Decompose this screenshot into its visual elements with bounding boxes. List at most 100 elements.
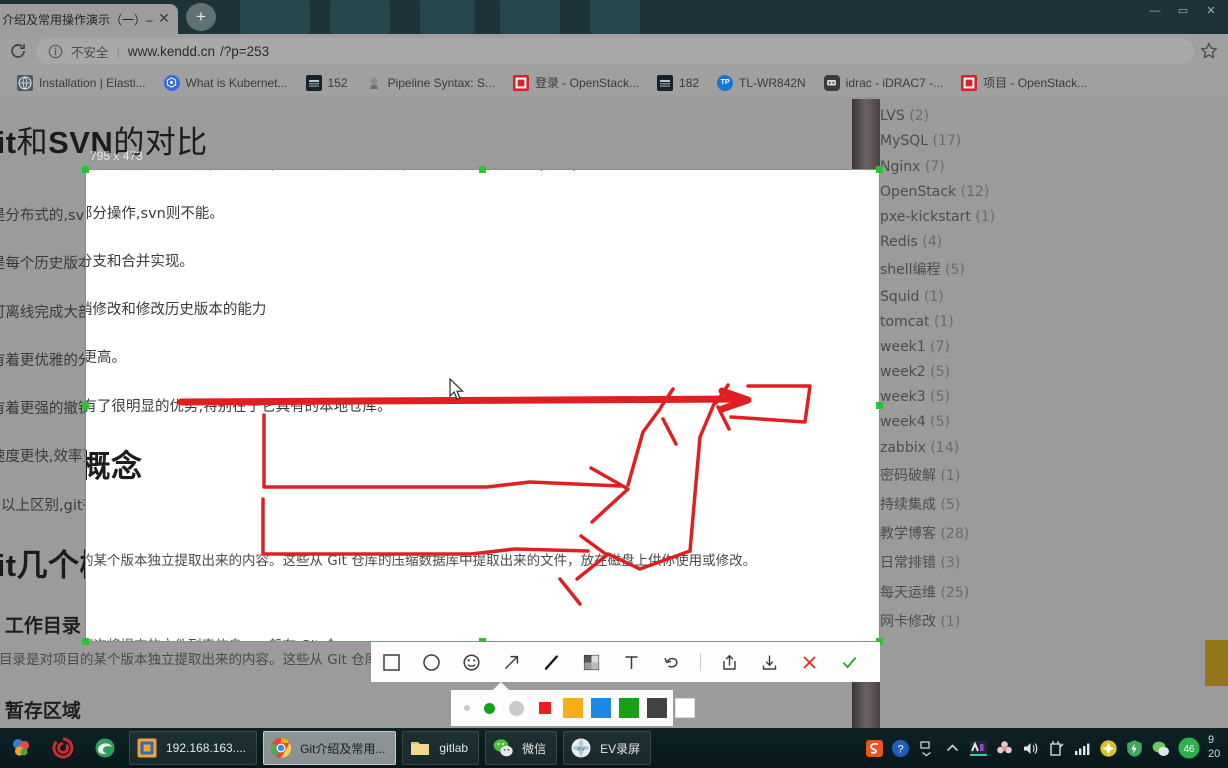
check-icon[interactable] <box>829 642 869 682</box>
openstack-icon <box>961 74 978 91</box>
help-icon[interactable]: ? <box>891 739 910 758</box>
bookmark-label: idrac - iDRAC7 -... <box>845 75 944 90</box>
sogou-icon[interactable] <box>865 739 884 758</box>
square-icon[interactable] <box>371 642 411 682</box>
download-icon[interactable] <box>749 642 789 682</box>
server-icon <box>657 74 674 91</box>
text-t-icon[interactable] <box>611 642 651 682</box>
bookmark-label: 182 <box>679 75 700 90</box>
color-swatch-red[interactable] <box>535 698 555 718</box>
taskbar-button-label: 微信 <box>522 741 547 756</box>
minimize-button[interactable]: — <box>1142 2 1168 20</box>
volume-icon[interactable] <box>1021 739 1040 758</box>
bookmark-item[interactable]: Pipeline Syntax: S... <box>357 72 504 94</box>
vegas-icon[interactable] <box>969 739 988 758</box>
server-icon <box>305 74 322 91</box>
bookmark-item[interactable]: 登录 - OpenStack... <box>504 72 648 94</box>
bookmark-label: What is Kubernet... <box>185 75 288 90</box>
undo-icon[interactable] <box>651 642 691 682</box>
taskbar-button-vmware[interactable]: 192.168.163.... <box>129 731 258 765</box>
svg-text:ev: ev <box>577 746 585 753</box>
taskbar-button-ev-recorder[interactable]: ev EV录屏 <box>563 731 652 765</box>
show-hidden-icon[interactable] <box>943 739 962 758</box>
jenkins-icon <box>366 75 382 91</box>
battery-46-icon[interactable]: 46 <box>1177 736 1201 760</box>
bookmark-item[interactable]: Installation | Elasti... <box>8 72 155 94</box>
taskbar-button-label: EV录屏 <box>600 741 641 756</box>
chrome-icon <box>270 737 292 759</box>
color-swatch-blue[interactable] <box>591 698 611 718</box>
arrow-up-right-icon[interactable] <box>491 642 531 682</box>
taskbar-button-wechat[interactable]: 微信 <box>485 731 558 765</box>
size-small-swatch[interactable] <box>464 705 470 711</box>
system-tray: ? 46 9 20 <box>865 734 1228 762</box>
spiral-icon[interactable] <box>42 728 84 768</box>
svg-text:?: ? <box>897 743 903 755</box>
bookmark-item[interactable]: 项目 - OpenStack... <box>952 72 1096 94</box>
pencil-icon[interactable] <box>531 642 571 682</box>
reload-icon[interactable] <box>0 34 36 68</box>
bookmark-item[interactable]: 152 <box>297 72 357 94</box>
folder-icon <box>409 737 431 759</box>
color-swatch-white[interactable] <box>675 698 695 718</box>
clock-time: 9 <box>1208 734 1215 747</box>
bookmark-label: TL-WR842N <box>739 75 806 90</box>
star-icon[interactable] <box>1200 42 1218 60</box>
taskbar-button-folder[interactable]: gitlab <box>402 731 480 765</box>
smiley-icon[interactable] <box>451 642 491 682</box>
360-shield-icon[interactable] <box>1125 739 1144 758</box>
share-icon[interactable] <box>709 642 749 682</box>
wechat-tray-icon[interactable] <box>1151 739 1170 758</box>
close-icon[interactable]: ✕ <box>156 11 172 27</box>
vmware-icon <box>136 737 158 759</box>
bookmark-label: 152 <box>327 75 348 90</box>
color-swatch-green[interactable] <box>619 698 639 718</box>
toolbar-divider <box>691 642 709 682</box>
bookmark-label: 项目 - OpenStack... <box>983 76 1088 90</box>
bookmark-item[interactable]: What is Kubernet... <box>155 72 297 94</box>
screen: 介绍及常用操作演示（一）– ✕ + — ▭ ✕ 不安全 | www.kendd.… <box>0 0 1228 768</box>
taskbar-button-chrome[interactable]: Git介绍及常用... <box>263 731 397 765</box>
close-x-icon[interactable] <box>789 642 829 682</box>
edge-icon[interactable] <box>84 728 126 768</box>
taskbar-button-label: Git介绍及常用... <box>300 741 386 756</box>
clock-date: 20 <box>1208 748 1221 760</box>
flower-icon[interactable] <box>0 728 42 768</box>
browser-tabstrip: 介绍及常用操作演示（一）– ✕ + — ▭ ✕ <box>0 0 1228 34</box>
tab-title: 介绍及常用操作演示（一）– <box>2 12 153 27</box>
security-label: 不安全 <box>71 45 109 60</box>
bookmark-label: Installation | Elasti... <box>39 75 146 90</box>
address-bar[interactable]: 不安全 | www.kendd.cn/?p=253 <box>36 38 1194 64</box>
wechat-icon <box>492 737 514 759</box>
usb-eject-icon[interactable] <box>1047 739 1066 758</box>
flower-tray-icon[interactable] <box>995 739 1014 758</box>
ev-recorder-icon: ev <box>570 737 592 759</box>
battery-level-text: 46 <box>1183 744 1195 755</box>
close-button[interactable]: ✕ <box>1198 2 1224 20</box>
bookmark-item[interactable]: idrac - iDRAC7 -... <box>815 72 952 94</box>
size-medium-swatch[interactable] <box>484 702 495 714</box>
color-swatch-black[interactable] <box>647 698 667 718</box>
mouse-cursor <box>449 378 465 400</box>
size-large-swatch[interactable] <box>509 700 524 716</box>
bookmark-item[interactable]: 182 <box>648 72 708 94</box>
kubernetes-icon <box>163 74 180 91</box>
circle-icon[interactable] <box>411 642 451 682</box>
info-icon[interactable] <box>48 44 63 59</box>
taskbar-button-label: 192.168.163.... <box>166 741 247 755</box>
plus-icon[interactable]: + <box>186 3 216 31</box>
window-controls: — ▭ ✕ <box>1142 2 1224 20</box>
360-speed-icon[interactable] <box>1099 739 1118 758</box>
bookmarks-bar: Installation | Elasti... What is Kuberne… <box>0 68 1228 98</box>
mosaic-icon[interactable] <box>571 642 611 682</box>
url-path: /?p=253 <box>219 43 270 59</box>
openstack-icon <box>512 74 529 91</box>
taskbar-clock[interactable]: 9 20 <box>1208 734 1222 762</box>
maximize-button[interactable]: ▭ <box>1170 2 1196 20</box>
overflow-icon[interactable] <box>917 739 936 758</box>
network-signal-icon[interactable] <box>1073 739 1092 758</box>
bookmark-item[interactable]: TP TL-WR842N <box>708 72 815 94</box>
color-swatch-orange[interactable] <box>563 698 583 718</box>
browser-tab[interactable]: 介绍及常用操作演示（一）– ✕ <box>0 4 178 34</box>
red-annotation-drawing <box>177 383 812 606</box>
